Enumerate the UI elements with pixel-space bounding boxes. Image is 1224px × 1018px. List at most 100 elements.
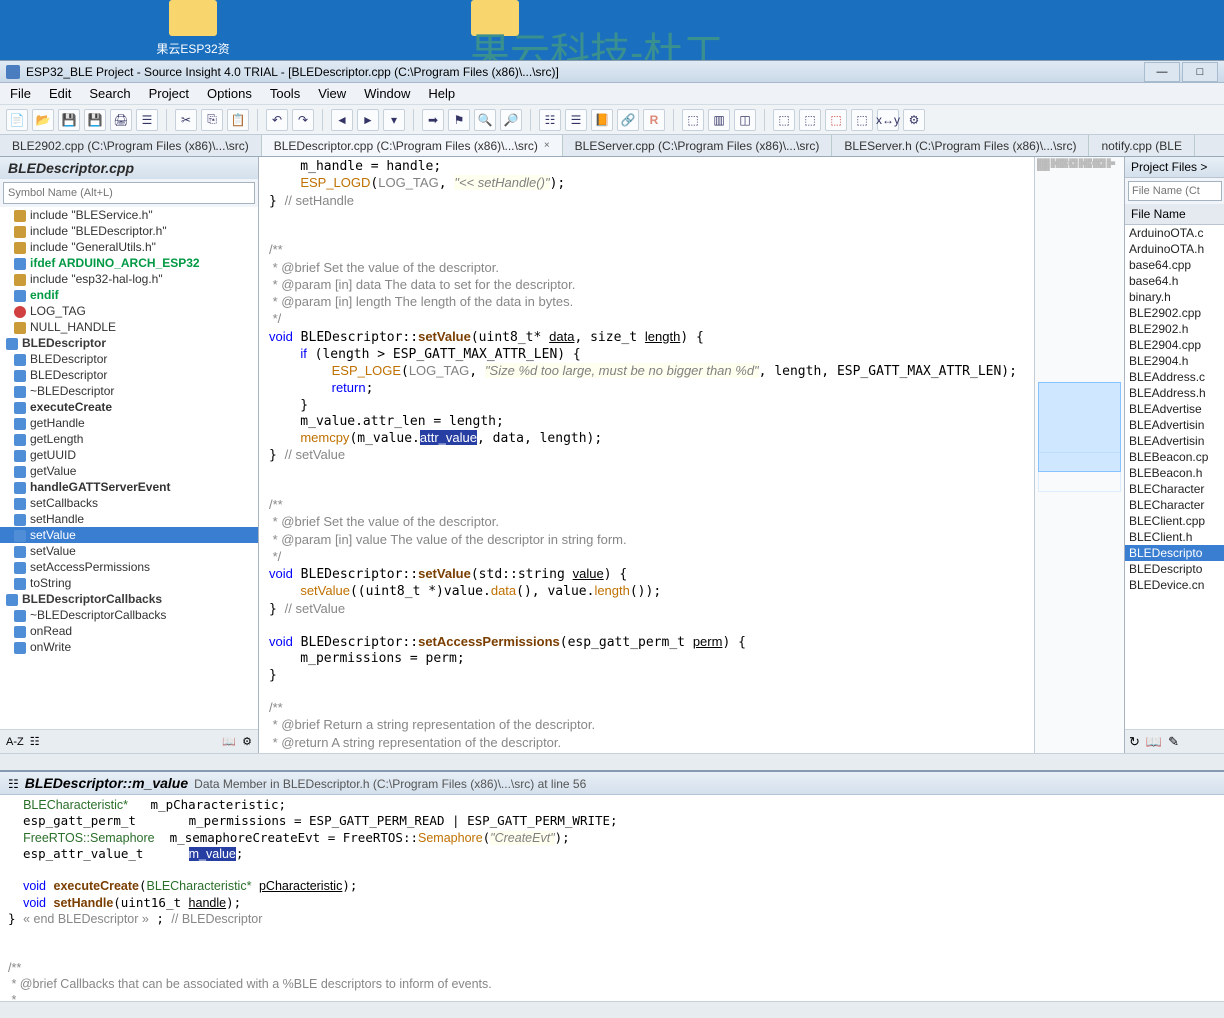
tree-item[interactable]: onWrite — [0, 639, 258, 655]
project-file[interactable]: BLE2904.h — [1125, 353, 1224, 369]
symbol-tree[interactable]: include "BLEService.h"include "BLEDescri… — [0, 207, 258, 729]
tree-item[interactable]: setValue — [0, 543, 258, 559]
project-file[interactable]: BLECharacter — [1125, 481, 1224, 497]
save-icon[interactable]: 💾 — [58, 109, 80, 131]
project-search-input[interactable] — [1128, 181, 1222, 201]
sort-az-button[interactable]: A-Z — [6, 736, 24, 748]
maximize-button[interactable]: □ — [1182, 62, 1218, 82]
tree-item[interactable]: ifdef ARDUINO_ARCH_ESP32 — [0, 255, 258, 271]
tree-item[interactable]: getLength — [0, 431, 258, 447]
tree-item[interactable]: setValue — [0, 527, 258, 543]
def-icon[interactable]: 📙 — [591, 109, 613, 131]
project-file[interactable]: BLE2904.cpp — [1125, 337, 1224, 353]
menu-file[interactable]: File — [10, 86, 31, 101]
reset-icon[interactable]: R — [643, 109, 665, 131]
list-icon[interactable]: ☰ — [136, 109, 158, 131]
menu-help[interactable]: Help — [428, 86, 455, 101]
tree-item[interactable]: getUUID — [0, 447, 258, 463]
tree-item[interactable]: setCallbacks — [0, 495, 258, 511]
tree-item[interactable]: executeCreate — [0, 399, 258, 415]
rel-win-icon[interactable]: ⬚ — [825, 109, 847, 131]
tab-close-icon[interactable]: × — [544, 140, 550, 151]
history-icon[interactable]: ▾ — [383, 109, 405, 131]
tree-item[interactable]: ~BLEDescriptorCallbacks — [0, 607, 258, 623]
tree-item[interactable]: ~BLEDescriptor — [0, 383, 258, 399]
file-tab[interactable]: BLEDescriptor.cpp (C:\Program Files (x86… — [262, 135, 563, 156]
project-file[interactable]: base64.cpp — [1125, 257, 1224, 273]
tree-item[interactable]: getHandle — [0, 415, 258, 431]
menu-project[interactable]: Project — [149, 86, 189, 101]
project-file[interactable]: base64.h — [1125, 273, 1224, 289]
project-file[interactable]: BLEBeacon.h — [1125, 465, 1224, 481]
menu-edit[interactable]: Edit — [49, 86, 71, 101]
project-file[interactable]: BLECharacter — [1125, 497, 1224, 513]
tree-item[interactable]: NULL_HANDLE — [0, 319, 258, 335]
menu-options[interactable]: Options — [207, 86, 252, 101]
tree-item[interactable]: include "BLEDescriptor.h" — [0, 223, 258, 239]
project-file[interactable]: BLE2902.h — [1125, 321, 1224, 337]
file-tab[interactable]: BLEServer.cpp (C:\Program Files (x86)\..… — [563, 135, 833, 156]
print-icon[interactable]: 🖨 — [110, 109, 132, 131]
menu-tools[interactable]: Tools — [270, 86, 300, 101]
project-file[interactable]: binary.h — [1125, 289, 1224, 305]
project-file[interactable]: BLEAdvertise — [1125, 401, 1224, 417]
symbol-book-icon[interactable]: 📖 — [222, 735, 236, 748]
tree-item[interactable]: toString — [0, 575, 258, 591]
cut-icon[interactable]: ✂ — [175, 109, 197, 131]
forward-icon[interactable]: ► — [357, 109, 379, 131]
file-tab[interactable]: notify.cpp (BLE — [1089, 135, 1194, 156]
settings-icon[interactable]: ⚙ — [903, 109, 925, 131]
search-icon[interactable]: 🔍 — [474, 109, 496, 131]
menu-search[interactable]: Search — [89, 86, 130, 101]
desktop-icon[interactable]: 果云ESP32资 — [148, 0, 238, 57]
tree-item[interactable]: BLEDescriptor — [0, 351, 258, 367]
project-file[interactable]: BLEDescripto — [1125, 545, 1224, 561]
tree-item[interactable]: setAccessPermissions — [0, 559, 258, 575]
project-col-head[interactable]: File Name — [1125, 204, 1224, 225]
symbol-tool-icon[interactable]: ☷ — [30, 735, 40, 748]
project-file[interactable]: BLEBeacon.cp — [1125, 449, 1224, 465]
file-tab[interactable]: BLE2902.cpp (C:\Program Files (x86)\...\… — [0, 135, 262, 156]
tree-item[interactable]: include "BLEService.h" — [0, 207, 258, 223]
bookmark-icon[interactable]: ⚑ — [448, 109, 470, 131]
project-file[interactable]: BLEAddress.c — [1125, 369, 1224, 385]
relation-icon[interactable]: 🔗 — [617, 109, 639, 131]
paste-icon[interactable]: 📋 — [227, 109, 249, 131]
search-file-icon[interactable]: 🔎 — [500, 109, 522, 131]
menu-view[interactable]: View — [318, 86, 346, 101]
tree-item[interactable]: BLEDescriptor — [0, 335, 258, 351]
minimize-button[interactable]: — — [1144, 62, 1180, 82]
ref-icon[interactable]: ☰ — [565, 109, 587, 131]
call-tree-icon[interactable]: ☷ — [539, 109, 561, 131]
horiz-tile-icon[interactable]: ⬚ — [682, 109, 704, 131]
symbol-win-icon[interactable]: ⬚ — [773, 109, 795, 131]
tree-item[interactable]: LOG_TAG — [0, 303, 258, 319]
context-body[interactable]: BLECharacteristic* m_pCharacteristic; es… — [0, 795, 1224, 1001]
proj-refresh-icon[interactable]: ↻ — [1129, 734, 1140, 750]
code-editor[interactable]: m_handle = handle; ESP_LOGD(LOG_TAG, "<<… — [259, 157, 1034, 753]
proj-win-icon[interactable]: ⬚ — [851, 109, 873, 131]
minimap[interactable]: ██████ ██ ██████ ████ ██ ████ ██████ ██ … — [1034, 157, 1124, 753]
project-file[interactable]: BLEAdvertisin — [1125, 433, 1224, 449]
tree-item[interactable]: onRead — [0, 623, 258, 639]
tree-item[interactable]: include "esp32-hal-log.h" — [0, 271, 258, 287]
project-file-list[interactable]: ArduinoOTA.cArduinoOTA.hbase64.cppbase64… — [1125, 225, 1224, 729]
compare-icon[interactable]: x↔y — [877, 109, 899, 131]
save-all-icon[interactable]: 💾 — [84, 109, 106, 131]
redo-icon[interactable]: ↷ — [292, 109, 314, 131]
undo-icon[interactable]: ↶ — [266, 109, 288, 131]
file-tab[interactable]: BLEServer.h (C:\Program Files (x86)\...\… — [832, 135, 1089, 156]
tree-item[interactable]: include "GeneralUtils.h" — [0, 239, 258, 255]
project-file[interactable]: BLEDescripto — [1125, 561, 1224, 577]
tree-item[interactable]: handleGATTServerEvent — [0, 479, 258, 495]
code-hscroll[interactable] — [0, 753, 1224, 770]
copy-icon[interactable]: ⎘ — [201, 109, 223, 131]
project-file[interactable]: BLEDevice.cn — [1125, 577, 1224, 593]
tree-item[interactable]: setHandle — [0, 511, 258, 527]
back-icon[interactable]: ◄ — [331, 109, 353, 131]
titlebar[interactable]: ESP32_BLE Project - Source Insight 4.0 T… — [0, 61, 1224, 83]
menu-window[interactable]: Window — [364, 86, 410, 101]
tree-item[interactable]: BLEDescriptorCallbacks — [0, 591, 258, 607]
project-file[interactable]: BLEClient.cpp — [1125, 513, 1224, 529]
tree-item[interactable]: endif — [0, 287, 258, 303]
